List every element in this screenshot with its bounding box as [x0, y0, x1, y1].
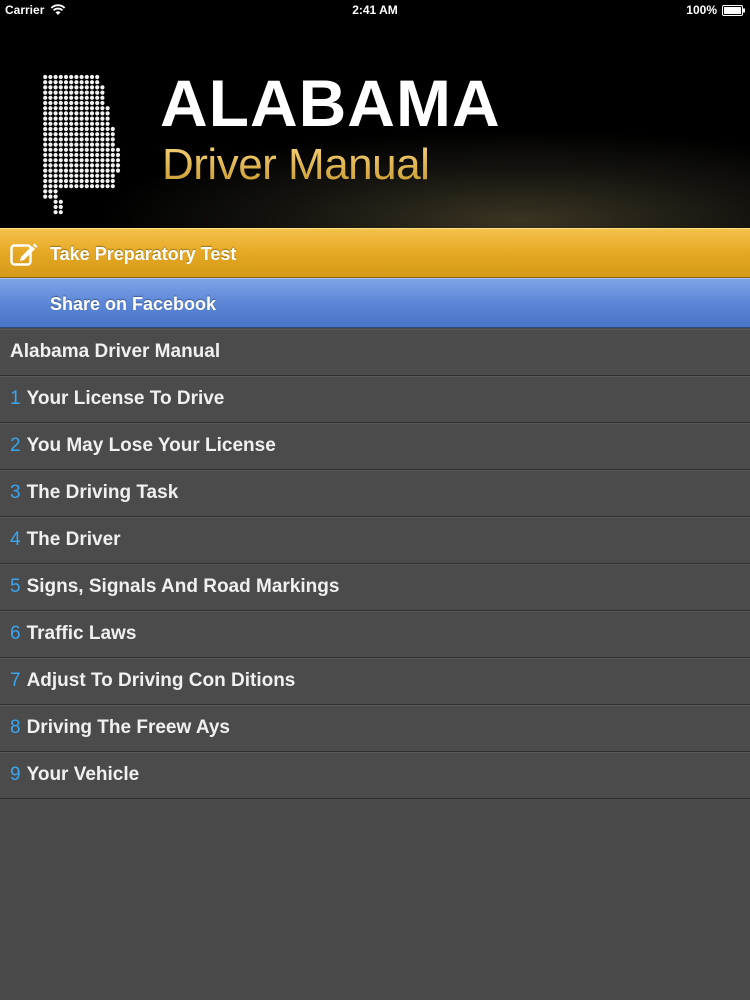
status-time: 2:41 AM — [352, 3, 398, 17]
chapter-title: You May Lose Your License — [26, 435, 276, 456]
chapter-number: 3 — [10, 482, 21, 503]
app-screen: Carrier 2:41 AM 100% ALABAMA Driver Manu… — [0, 0, 750, 1000]
chapter-title: Traffic Laws — [26, 623, 137, 644]
edit-icon — [10, 243, 38, 266]
chapter-row[interactable]: 2 You May Lose Your License — [0, 423, 750, 470]
share-on-facebook-button[interactable]: Share on Facebook — [0, 278, 750, 328]
take-preparatory-test-button[interactable]: Take Preparatory Test — [0, 228, 750, 278]
chapter-number: 8 — [10, 717, 21, 738]
chapter-title: The Driving Task — [26, 482, 179, 503]
chapter-number: 9 — [10, 764, 21, 785]
chapter-list: Alabama Driver Manual 1 Your License To … — [0, 329, 750, 799]
alabama-map-icon — [43, 74, 121, 215]
brand-subtitle: Driver Manual — [162, 140, 430, 189]
chapter-row[interactable]: 4 The Driver — [0, 517, 750, 564]
chapter-number: 7 — [10, 670, 21, 691]
list-heading-label: Alabama Driver Manual — [10, 341, 221, 362]
chapter-row[interactable]: 9 Your Vehicle — [0, 752, 750, 799]
header-banner: ALABAMA Driver Manual — [0, 20, 750, 228]
chapter-number: 5 — [10, 576, 21, 597]
chapter-title: Signs, Signals And Road Markings — [26, 576, 340, 597]
battery-icon — [722, 4, 745, 16]
chapter-row[interactable]: 5 Signs, Signals And Road Markings — [0, 564, 750, 611]
chapter-row[interactable]: 7 Adjust To Driving Con Ditions — [0, 658, 750, 705]
brand-title: ALABAMA — [160, 66, 501, 140]
chapter-number: 2 — [10, 435, 21, 456]
chapter-row[interactable]: 1 Your License To Drive — [0, 376, 750, 423]
chapter-row[interactable]: 3 The Driving Task — [0, 470, 750, 517]
chapter-number: 1 — [10, 388, 21, 409]
share-on-facebook-label: Share on Facebook — [50, 294, 217, 314]
chapter-title: Adjust To Driving Con Ditions — [26, 670, 296, 691]
chapter-title: Your Vehicle — [26, 764, 140, 785]
battery-percent: 100% — [686, 3, 717, 17]
chapter-row[interactable]: 8 Driving The Freew Ays — [0, 705, 750, 752]
chapter-number: 6 — [10, 623, 21, 644]
chapter-row[interactable]: 6 Traffic Laws — [0, 611, 750, 658]
status-right: 100% — [686, 3, 746, 17]
chapter-title: The Driver — [26, 529, 121, 550]
list-heading[interactable]: Alabama Driver Manual — [0, 329, 750, 376]
chapter-title: Your License To Drive — [26, 388, 225, 409]
chapter-title: Driving The Freew Ays — [26, 717, 231, 738]
status-bar: Carrier 2:41 AM 100% — [0, 0, 750, 20]
chapter-number: 4 — [10, 529, 21, 550]
take-preparatory-test-label: Take Preparatory Test — [50, 244, 237, 264]
